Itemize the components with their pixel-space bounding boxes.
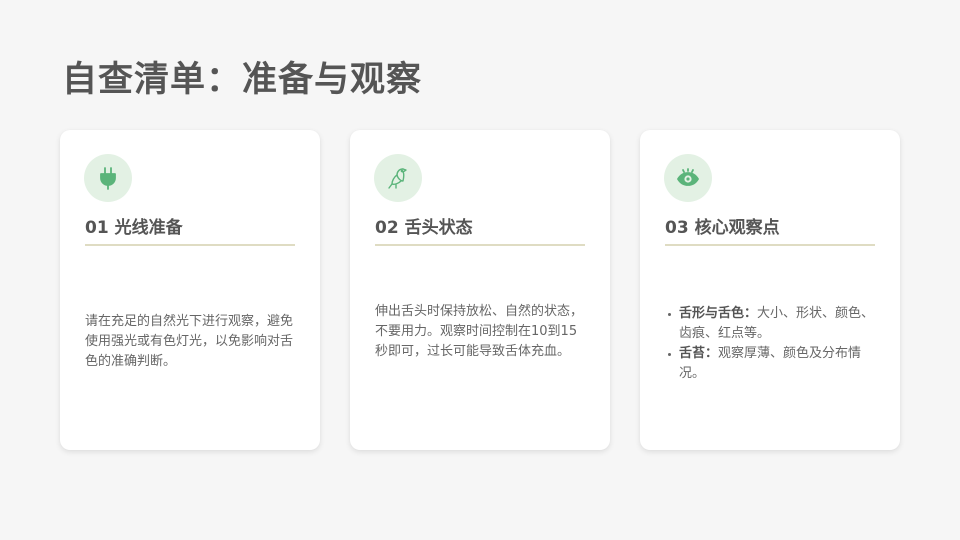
eye-icon — [664, 154, 712, 202]
card-title: 03 核心观察点 — [665, 218, 780, 238]
plug-icon — [84, 154, 132, 202]
card-title: 02 舌头状态 — [375, 218, 473, 238]
card-tongue-state: 02 舌头状态 伸出舌头时保持放松、自然的状态，不要用力。观察时间控制在10到1… — [350, 130, 610, 450]
card-lighting: 01 光线准备 请在充足的自然光下进行观察，避免使用强光或有色灯光，以免影响对舌… — [60, 130, 320, 450]
bird-icon — [374, 154, 422, 202]
card-observation-points: 03 核心观察点 舌形与舌色：大小、形状、颜色、齿痕、红点等。 舌苔：观察厚薄、… — [640, 130, 900, 450]
card-divider — [85, 244, 295, 246]
card-body: 伸出舌头时保持放松、自然的状态，不要用力。观察时间控制在10到15秒即可，过长可… — [375, 304, 584, 359]
card-title: 01 光线准备 — [85, 218, 183, 238]
page-title: 自查清单：准备与观察 — [62, 60, 423, 100]
card-divider — [665, 244, 875, 246]
observation-list: 舌形与舌色：大小、形状、颜色、齿痕、红点等。 舌苔：观察厚薄、颜色及分布情况。 — [665, 304, 877, 384]
card-divider — [375, 244, 585, 246]
list-item: 舌形与舌色：大小、形状、颜色、齿痕、红点等。 — [665, 304, 877, 344]
card-body: 请在充足的自然光下进行观察，避免使用强光或有色灯光，以免影响对舌色的准确判断。 — [85, 314, 294, 369]
card-body: 舌形与舌色：大小、形状、颜色、齿痕、红点等。 舌苔：观察厚薄、颜色及分布情况。 — [665, 304, 877, 384]
list-item-label: 舌苔： — [679, 346, 719, 361]
list-item-label: 舌形与舌色： — [679, 306, 758, 321]
list-item: 舌苔：观察厚薄、颜色及分布情况。 — [665, 344, 877, 384]
